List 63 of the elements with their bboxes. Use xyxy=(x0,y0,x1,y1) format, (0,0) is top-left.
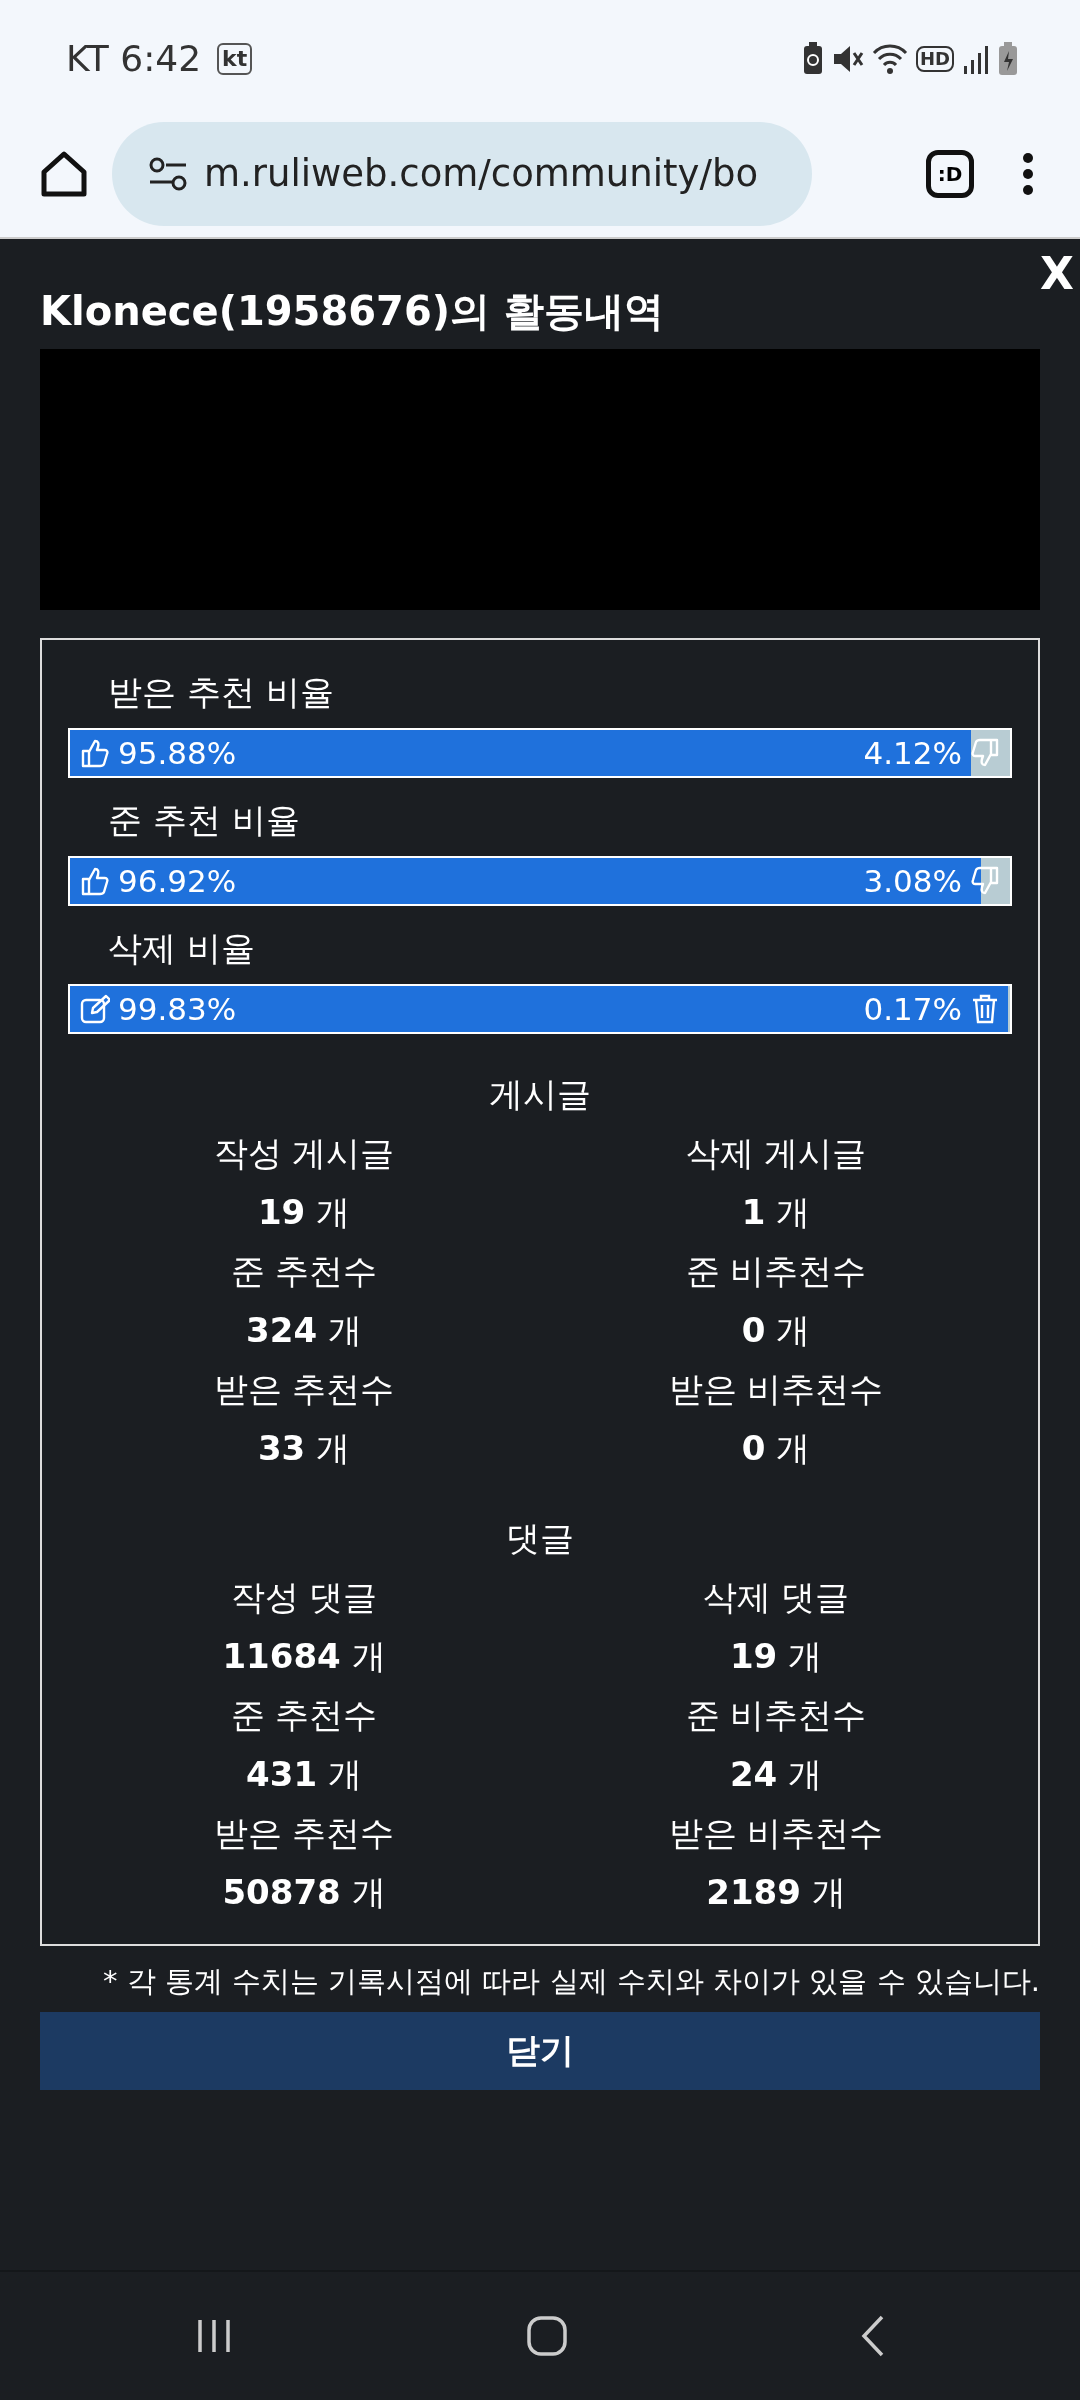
close-button[interactable]: X xyxy=(1040,241,1074,307)
site-settings-icon xyxy=(148,156,188,192)
ratio-label: 삭제 비율 xyxy=(107,927,256,970)
ratio-value: 99.83% xyxy=(118,989,237,1029)
stat-value: 324 개 xyxy=(245,1309,363,1352)
stat-value: 50878 개 xyxy=(221,1871,387,1914)
home-button[interactable] xyxy=(40,150,88,198)
back-icon[interactable] xyxy=(860,2314,886,2358)
ratio-label: 받은 추천 비율 xyxy=(107,671,335,714)
menu-button[interactable] xyxy=(1022,152,1034,196)
stat-value: 11684 개 xyxy=(221,1635,387,1678)
footnote: * 각 통계 수치는 기록시점에 따라 실제 수치와 차이가 있을 수 있습니다. xyxy=(101,1963,1040,2000)
home-icon xyxy=(40,150,88,198)
stat-value: 431 개 xyxy=(245,1753,363,1796)
stat-label: 받은 비추천수 xyxy=(667,1368,885,1411)
thumbs-up-icon xyxy=(80,738,110,768)
tab-switcher[interactable]: :D xyxy=(926,150,974,198)
stat-label: 준 추천수 xyxy=(229,1694,379,1737)
stat-value: 0 개 xyxy=(740,1309,812,1352)
stat-value: 0 개 xyxy=(740,1427,812,1470)
close-button[interactable]: 닫기 xyxy=(40,2011,1040,2090)
edit-icon xyxy=(80,994,110,1024)
url-text: m.ruliweb.com/community/bo xyxy=(204,151,759,198)
hd-badge: HD xyxy=(916,46,954,72)
ratio-label: 준 추천 비율 xyxy=(107,799,301,842)
thumbs-down-icon xyxy=(970,738,1000,768)
stat-label: 준 추천수 xyxy=(229,1250,379,1293)
stat-label: 준 비추천수 xyxy=(684,1694,868,1737)
ratio-value: 3.08% xyxy=(863,861,962,901)
ratio-value: 4.12% xyxy=(863,733,962,773)
stat-label: 준 비추천수 xyxy=(684,1250,868,1293)
section-title: 댓글 xyxy=(505,1517,575,1560)
battery-saver-icon xyxy=(802,42,824,76)
stat-value: 1 개 xyxy=(740,1191,812,1234)
stat-label: 받은 추천수 xyxy=(212,1812,396,1855)
section-title: 게시글 xyxy=(488,1073,592,1116)
trash-icon xyxy=(970,994,1000,1024)
battery-icon xyxy=(998,42,1018,76)
stat-value: 33 개 xyxy=(256,1427,352,1470)
ratio-value: 96.92% xyxy=(118,861,237,901)
stat-label: 받은 비추천수 xyxy=(667,1812,885,1855)
ratio-value: 0.17% xyxy=(863,989,962,1029)
menu-icon xyxy=(1022,152,1034,196)
stat-label: 삭제 댓글 xyxy=(701,1576,851,1619)
ratio-value: 95.88% xyxy=(118,733,237,773)
stat-label: 받은 추천수 xyxy=(212,1368,396,1411)
stat-label: 삭제 게시글 xyxy=(684,1132,868,1175)
mute-icon xyxy=(832,43,864,75)
stat-value: 19 개 xyxy=(256,1191,352,1234)
signal-icon xyxy=(962,44,990,74)
carrier-time: KT 6:42 xyxy=(66,37,202,81)
thumbs-down-icon xyxy=(970,866,1000,896)
carrier-badge: kt xyxy=(217,43,253,75)
stat-value: 19 개 xyxy=(728,1635,824,1678)
dialog-title: Klonece(1958676)의 활동내역 xyxy=(40,287,665,335)
thumbs-up-icon xyxy=(80,866,110,896)
stat-label: 작성 댓글 xyxy=(229,1576,379,1619)
wifi-icon xyxy=(872,43,908,75)
address-bar[interactable]: m.ruliweb.com/community/bo xyxy=(112,122,812,226)
stat-value: 2189 개 xyxy=(705,1871,847,1914)
stat-value: 24 개 xyxy=(728,1753,824,1796)
home-icon[interactable] xyxy=(526,2315,568,2357)
stat-label: 작성 게시글 xyxy=(212,1132,396,1175)
